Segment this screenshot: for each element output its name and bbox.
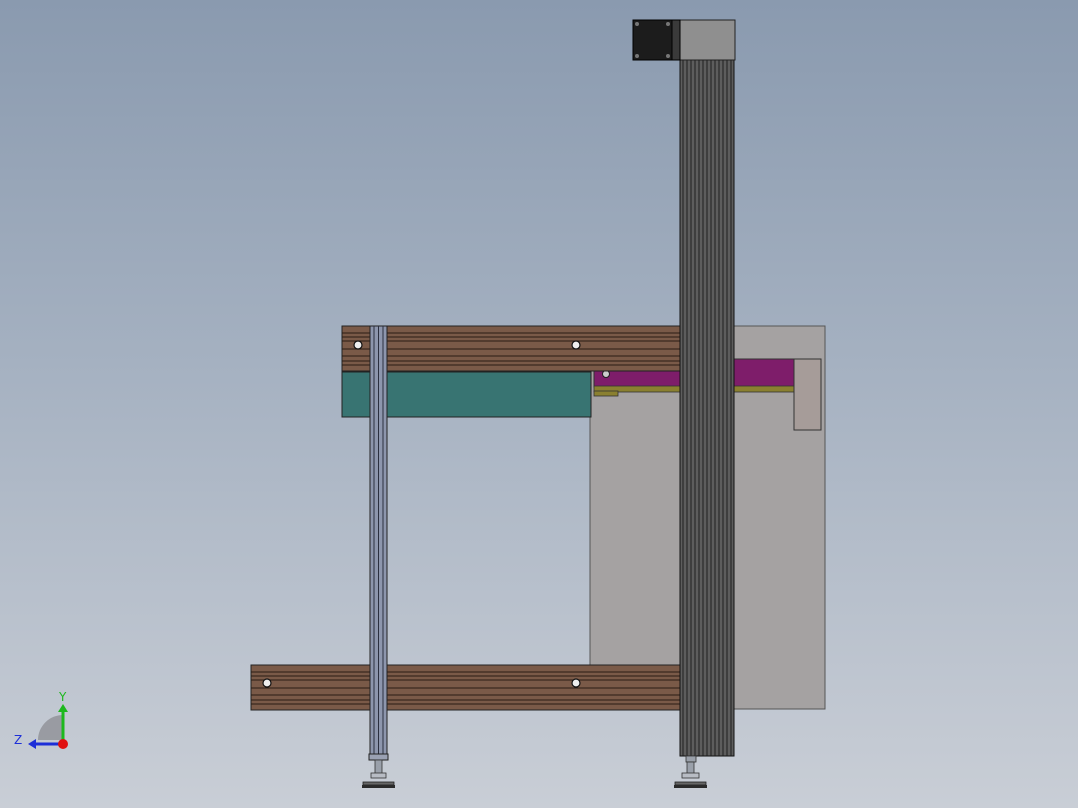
axis-z-label: Z: [14, 733, 22, 747]
bolt-icon: [262, 678, 272, 688]
leveling-foot-icon: [362, 759, 395, 788]
axis-y-label: Y: [58, 690, 67, 704]
bolt-icon: [571, 340, 581, 350]
lower-aluminum-beam: [250, 664, 683, 711]
cad-drawing-viewport[interactable]: Y Z: [0, 0, 1078, 808]
servo-motor-icon: [632, 19, 681, 61]
slider-carriage-block: [793, 358, 822, 431]
left-vertical-rod: [368, 325, 389, 761]
upper-aluminum-beam: [341, 325, 683, 372]
bolt-icon: [353, 340, 363, 350]
coordinate-triad-icon: [28, 704, 68, 749]
bolt-icon: [571, 678, 581, 688]
vertical-linear-module: [679, 55, 735, 757]
motor-housing: [679, 19, 736, 61]
leveling-foot-icon: [674, 755, 707, 788]
